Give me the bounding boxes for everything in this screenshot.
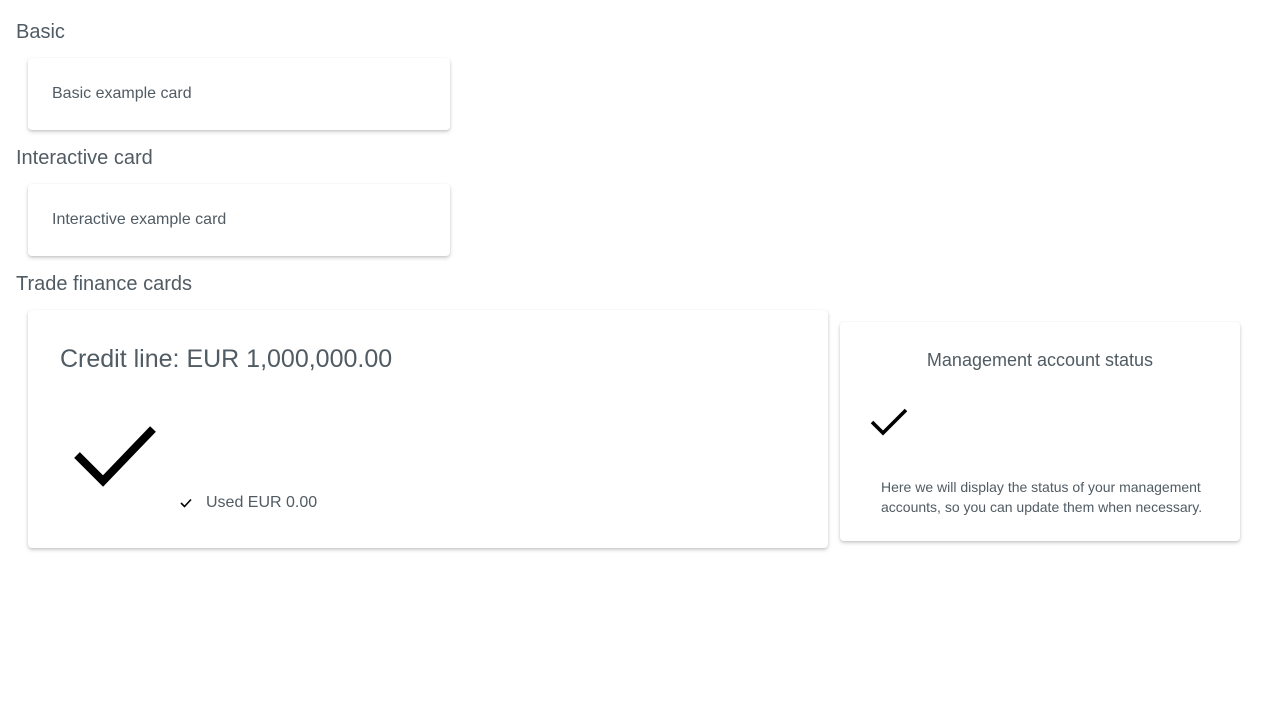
interactive-card-text: Interactive example card xyxy=(52,211,227,228)
interactive-example-card[interactable]: Interactive example card xyxy=(28,184,450,256)
used-amount-label: Used EUR 0.00 xyxy=(206,494,318,511)
checkmark-icon xyxy=(180,498,192,508)
management-account-status-card: Management account status Here we will d… xyxy=(840,322,1240,541)
management-account-status-title: Management account status xyxy=(926,350,1154,370)
checkmark-icon xyxy=(74,426,156,487)
section-title-basic: Basic xyxy=(16,21,65,43)
used-amount-row: Used EUR 0.00 xyxy=(180,492,317,514)
management-account-status-description: Here we will display the status of your … xyxy=(881,479,1203,515)
section-title-trade-finance: Trade finance cards xyxy=(16,273,193,295)
basic-example-card: Basic example card xyxy=(28,58,450,130)
section-title-interactive: Interactive card xyxy=(16,147,153,169)
credit-line-card: Credit line: EUR 1,000,000.00 Used EUR 0… xyxy=(28,310,828,548)
credit-line-title: Credit line: EUR 1,000,000.00 xyxy=(60,345,393,373)
basic-card-text: Basic example card xyxy=(52,85,192,102)
checkmark-icon xyxy=(870,408,908,436)
